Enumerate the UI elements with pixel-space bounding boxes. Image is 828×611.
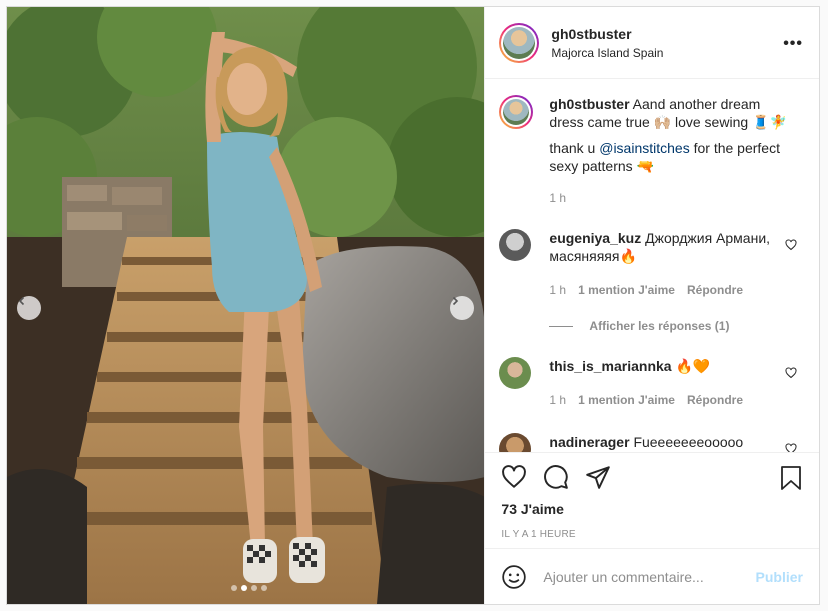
smiley-icon[interactable] (501, 564, 527, 590)
comment-icon[interactable] (543, 464, 569, 490)
post-container: gh0stbuster Majorca Island Spain ••• gh0… (6, 6, 820, 605)
comment-username[interactable]: eugeniya_kuz (549, 230, 641, 246)
comment-time[interactable]: 1 h (549, 391, 566, 409)
comment-meta: 1 h 1 mention J'aime Répondre (549, 391, 789, 409)
comment-avatar[interactable] (499, 229, 532, 261)
reply-button[interactable]: Répondre (687, 391, 743, 409)
comment-heart-icon[interactable] (785, 239, 797, 251)
comment-username[interactable]: this_is_mariannka (549, 358, 671, 374)
comment-item: eugeniya_kuz Джорджия Армани, масяняяяя🔥… (499, 229, 805, 299)
comments-section: gh0stbuster Aand another dream dress cam… (485, 79, 819, 452)
post-header: gh0stbuster Majorca Island Spain ••• (485, 7, 819, 79)
header-username[interactable]: gh0stbuster (551, 26, 663, 42)
heart-icon[interactable] (501, 464, 527, 490)
comment-item: nadinerager Fueeeeeeeooooo (499, 433, 805, 452)
next-photo-button[interactable] (450, 296, 474, 320)
reply-button[interactable]: Répondre (687, 281, 743, 299)
caption-username[interactable]: gh0stbuster (549, 96, 629, 112)
chevron-left-icon (18, 296, 25, 306)
carousel-dot (231, 585, 237, 591)
view-replies-button[interactable]: Afficher les réponses (1) (549, 319, 805, 333)
comment-text: this_is_mariannka 🔥🧡 (549, 357, 789, 375)
comment-avatar[interactable] (499, 357, 532, 389)
caption-text-2: thank u @isainstitches for the perfect s… (549, 139, 789, 175)
avatar[interactable] (499, 22, 540, 63)
post-sidebar: gh0stbuster Majorca Island Spain ••• gh0… (484, 7, 819, 604)
carousel-indicator (231, 585, 267, 591)
comment-username[interactable]: nadinerager (549, 434, 629, 450)
chevron-right-icon (452, 296, 459, 306)
view-replies-label: Afficher les réponses (1) (589, 319, 730, 333)
add-comment-bar: Ajouter un commentaire... Publier (485, 548, 819, 604)
comment-content: Fueeeeeeeooooo (633, 434, 744, 450)
more-options-icon[interactable]: ••• (783, 35, 803, 53)
carousel-dot (261, 585, 267, 591)
caption-avatar[interactable] (499, 95, 534, 129)
mention-link[interactable]: @isainstitches (599, 140, 689, 156)
caption-meta: 1 h (549, 189, 789, 207)
publish-button[interactable]: Publier (756, 569, 803, 585)
comment-text: nadinerager Fueeeeeeeooooo (549, 433, 789, 451)
photo-scene (7, 7, 485, 604)
carousel-dot-active (241, 585, 247, 591)
comment-heart-icon[interactable] (785, 443, 797, 452)
caption-text: gh0stbuster Aand another dream dress cam… (549, 95, 789, 131)
comment-input[interactable]: Ajouter un commentaire... (543, 569, 755, 585)
post-actions: 73 J'aime IL Y A 1 HEURE (485, 452, 819, 548)
header-location[interactable]: Majorca Island Spain (551, 46, 663, 60)
caption: gh0stbuster Aand another dream dress cam… (499, 95, 805, 207)
comment-heart-icon[interactable] (785, 367, 797, 379)
comment-time[interactable]: 1 h (549, 281, 566, 299)
post-photo[interactable] (7, 7, 485, 604)
comment-likes[interactable]: 1 mention J'aime (578, 391, 675, 409)
bookmark-icon[interactable] (779, 465, 803, 491)
comment-content: 🔥🧡 (675, 358, 711, 374)
carousel-dot (251, 585, 257, 591)
like-count[interactable]: 73 J'aime (501, 501, 803, 517)
post-timestamp[interactable]: IL Y A 1 HEURE (501, 529, 803, 540)
paper-plane-icon[interactable] (585, 464, 611, 490)
comment-meta: 1 h 1 mention J'aime Répondre (549, 281, 789, 299)
comment-text: eugeniya_kuz Джорджия Армани, масяняяяя🔥 (549, 229, 789, 265)
comment-likes[interactable]: 1 mention J'aime (578, 281, 675, 299)
caption-time[interactable]: 1 h (549, 189, 566, 207)
caption-thanks: thank u (549, 140, 600, 156)
comment-item: this_is_mariannka 🔥🧡 1 h 1 mention J'aim… (499, 357, 805, 409)
comment-avatar[interactable] (499, 433, 532, 452)
previous-photo-button[interactable] (17, 296, 41, 320)
